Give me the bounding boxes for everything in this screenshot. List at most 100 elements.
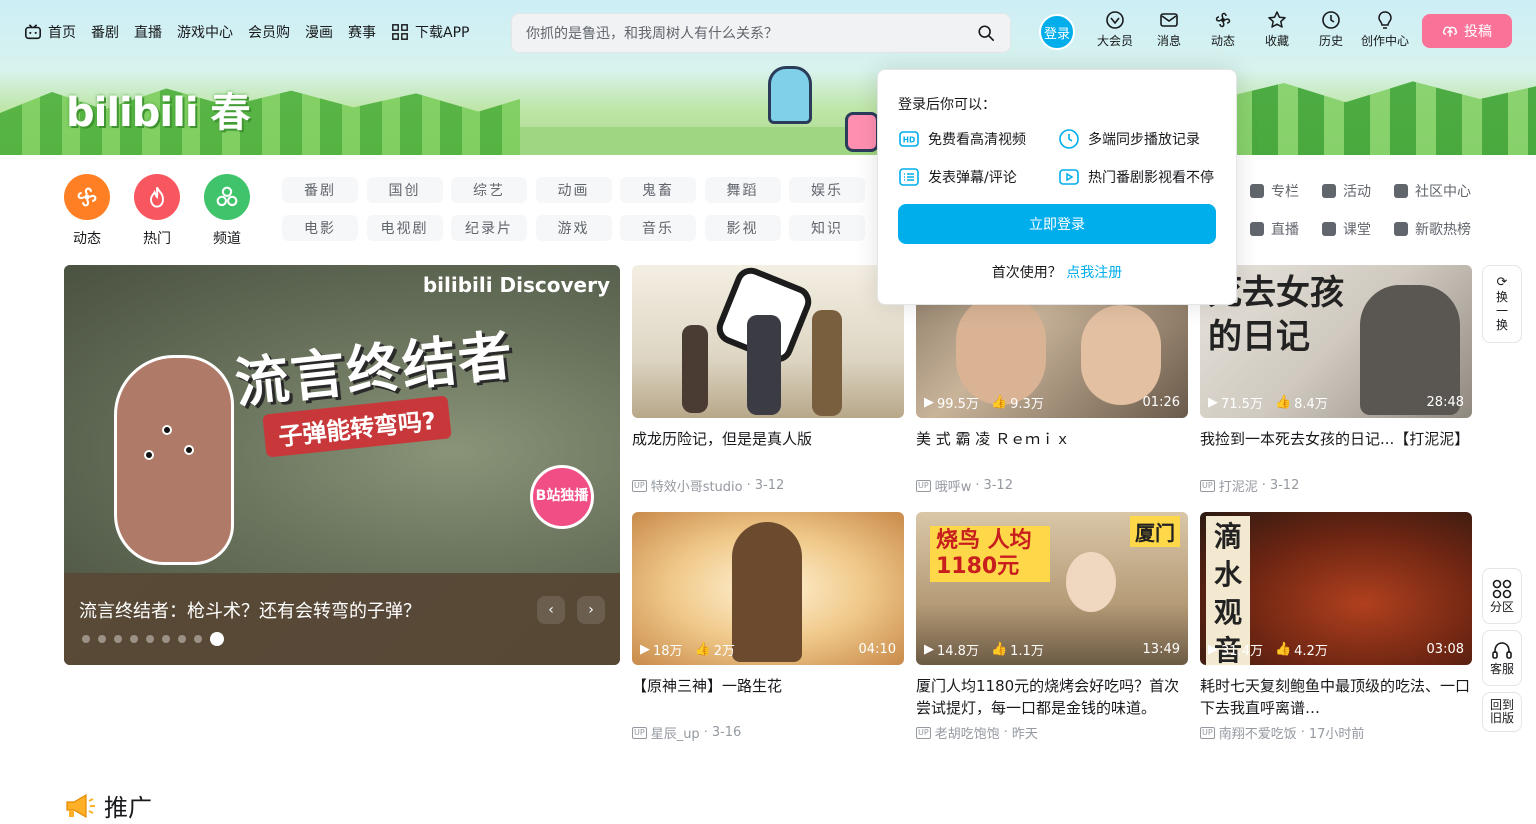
nav-bangumi[interactable]: 番剧 xyxy=(91,22,119,42)
video-title[interactable]: 【原神三神】一路生花 xyxy=(632,675,904,719)
nav-history[interactable]: 历史 xyxy=(1304,10,1358,49)
customer-service-button[interactable]: 客服 xyxy=(1482,630,1522,686)
tag-tv-series[interactable]: 电视剧 xyxy=(366,215,443,241)
pixel-character-decoration-small xyxy=(845,112,879,152)
nav-manga[interactable]: 漫画 xyxy=(305,22,333,42)
link-activity[interactable]: 活动 xyxy=(1322,180,1394,202)
video-author[interactable]: 哦呼w xyxy=(935,476,972,495)
tag-documentary[interactable]: 纪录片 xyxy=(451,215,527,241)
video-thumbnail[interactable]: 死去女孩的日记 ▶ 71.5万 👍 8.4万 28:48 xyxy=(1200,265,1472,418)
carousel-prev-button[interactable]: ‹ xyxy=(537,596,565,624)
carousel-dot[interactable] xyxy=(82,635,90,643)
nav-mall[interactable]: 会员购 xyxy=(248,22,290,42)
carousel-next-button[interactable]: › xyxy=(577,596,605,624)
tag-dance[interactable]: 舞蹈 xyxy=(704,177,781,203)
carousel-dot[interactable] xyxy=(146,635,154,643)
search-input[interactable] xyxy=(526,25,976,41)
video-author[interactable]: 星辰_up xyxy=(651,723,700,742)
refresh-button[interactable]: ⟳ 换一换 xyxy=(1482,265,1522,343)
nav-vip[interactable]: 大会员 xyxy=(1088,10,1142,49)
carousel-dot[interactable] xyxy=(130,635,138,643)
nav-game-center[interactable]: 游戏中心 xyxy=(177,22,233,42)
video-author[interactable]: 老胡吃饱饱 xyxy=(935,723,1000,742)
hero-title[interactable]: 流言终结者：枪斗术？还有会转弯的子弹？ xyxy=(79,597,421,623)
nav-creator-center[interactable]: 创作中心 xyxy=(1358,10,1412,49)
tag-entertainment[interactable]: 娱乐 xyxy=(789,177,865,203)
channel-dynamics[interactable]: 动态 xyxy=(64,174,110,248)
video-author[interactable]: 南翔不爱吃饭 xyxy=(1219,723,1297,742)
nav-download-app[interactable]: 下载APP xyxy=(391,22,469,42)
channel-hot[interactable]: 热门 xyxy=(134,174,180,248)
video-title[interactable]: 耗时七天复刻鲍鱼中最顶级的吃法、一口下去我直呼离谱… xyxy=(1200,675,1472,719)
nav-live[interactable]: 直播 xyxy=(134,22,162,42)
tag-movie[interactable]: 电影 xyxy=(282,215,358,241)
cartoon-figure-decoration xyxy=(114,355,234,565)
tag-bangumi[interactable]: 番剧 xyxy=(282,177,358,203)
wind-icon xyxy=(1215,12,1231,28)
video-card[interactable]: 滴水观音 ▶ 31.4万 👍 4.2万 03:08 耗时七天复刻鲍鱼中最顶级的吃法、… xyxy=(1200,512,1472,742)
video-card[interactable]: 死去女孩的日记 ▶ 71.5万 👍 8.4万 28:48 我捡到一本死去女孩的日记.… xyxy=(1200,265,1472,495)
views: ▶ 71.5万 xyxy=(1208,393,1263,412)
link-music-chart[interactable]: 新歌热榜 xyxy=(1394,218,1494,240)
carousel-dot[interactable] xyxy=(194,635,202,643)
video-card[interactable]: ▶ 18万 👍 2万 04:10 【原神三神】一路生花 UP 星辰_up · 3-16 xyxy=(632,512,904,742)
video-author[interactable]: 打泥泥 xyxy=(1219,476,1258,495)
thumb-up-icon: 👍 xyxy=(990,395,1008,410)
carousel-dot[interactable] xyxy=(98,635,106,643)
video-card[interactable]: 成龙历险记，但是是真人版 UP 特效小哥studio · 3-12 xyxy=(632,265,904,495)
upload-button[interactable]: 投稿 xyxy=(1422,14,1512,48)
link-live[interactable]: 直播 xyxy=(1250,218,1322,240)
tag-game[interactable]: 游戏 xyxy=(535,215,612,241)
tag-guochuang[interactable]: 国创 xyxy=(366,177,443,203)
video-thumbnail[interactable]: 滴水观音 ▶ 31.4万 👍 4.2万 03:08 xyxy=(1200,512,1472,665)
video-title[interactable]: 成龙历险记，但是是真人版 xyxy=(632,428,904,472)
promo-title: 推广 xyxy=(104,794,152,822)
login-now-button[interactable]: 立即登录 xyxy=(898,204,1216,244)
video-thumbnail[interactable]: 烧鸟 人均1180元 厦门 ▶ 14.8万 👍 1.1万 13:49 xyxy=(916,512,1188,665)
clock-icon xyxy=(1322,11,1340,29)
old-version-button[interactable]: 回到旧版 xyxy=(1482,692,1522,732)
carousel-dot[interactable] xyxy=(210,632,224,646)
promo-section-header: 推广 xyxy=(64,788,152,823)
link-column[interactable]: 专栏 xyxy=(1250,180,1322,202)
link-community[interactable]: 社区中心 xyxy=(1394,180,1494,202)
nav-creator-center-label: 创作中心 xyxy=(1360,34,1409,48)
mail-icon xyxy=(1160,13,1178,27)
carousel-dot[interactable] xyxy=(162,635,170,643)
video-thumbnail[interactable]: ▶ 18万 👍 2万 04:10 xyxy=(632,512,904,665)
bilibili-logo[interactable]: bilibili 春 xyxy=(66,80,250,138)
search-button[interactable] xyxy=(976,23,996,43)
zone-button[interactable]: 分区 xyxy=(1482,568,1522,624)
hero-carousel[interactable]: bilibili Discovery 流言终结者 子弹能转弯吗? B站独播 流言… xyxy=(64,265,620,665)
tag-film[interactable]: 影视 xyxy=(704,215,781,241)
video-thumbnail[interactable] xyxy=(632,265,904,418)
tag-knowledge[interactable]: 知识 xyxy=(789,215,865,241)
carousel-dot[interactable] xyxy=(114,635,122,643)
video-title[interactable]: 厦门人均1180元的烧烤会好吃吗？首次尝试提灯，每一口都是金钱的味道。 xyxy=(916,675,1188,719)
nav-esports[interactable]: 赛事 xyxy=(348,22,376,42)
tag-music[interactable]: 音乐 xyxy=(620,215,696,241)
nav-home[interactable]: 首页 xyxy=(24,22,76,42)
views-count: 18万 xyxy=(653,644,683,659)
login-avatar-button[interactable]: 登录 xyxy=(1039,14,1075,50)
video-card[interactable]: 烧鸟 人均1180元 厦门 ▶ 14.8万 👍 1.1万 13:49 厦门人均118… xyxy=(916,512,1188,742)
carousel-dot[interactable] xyxy=(178,635,186,643)
video-author[interactable]: 特效小哥studio xyxy=(651,476,743,495)
nav-favorites[interactable]: 收藏 xyxy=(1250,10,1304,49)
meta-separator: · xyxy=(703,725,708,740)
register-link[interactable]: 点我注册 xyxy=(1066,265,1122,281)
link-classroom[interactable]: 课堂 xyxy=(1322,218,1394,240)
tag-variety[interactable]: 综艺 xyxy=(451,177,527,203)
likes: 👍 4.2万 xyxy=(1275,640,1328,659)
channel-channels[interactable]: 频道 xyxy=(204,174,250,248)
video-title[interactable]: 我捡到一本死去女孩的日记...【打泥泥】 xyxy=(1200,428,1472,472)
tag-kichiku[interactable]: 鬼畜 xyxy=(620,177,696,203)
nav-download-app-label: 下载APP xyxy=(415,25,470,41)
play-icon: ▶ xyxy=(924,642,934,657)
nav-messages[interactable]: 消息 xyxy=(1142,10,1196,49)
tag-animation[interactable]: 动画 xyxy=(535,177,612,203)
nav-dynamics[interactable]: 动态 xyxy=(1196,10,1250,49)
community-icon xyxy=(1394,184,1408,198)
hero-brand: bilibili Discovery xyxy=(422,273,610,297)
video-title[interactable]: 美 式 霸 凌 Ｒｅｍｉｘ xyxy=(916,428,1188,472)
